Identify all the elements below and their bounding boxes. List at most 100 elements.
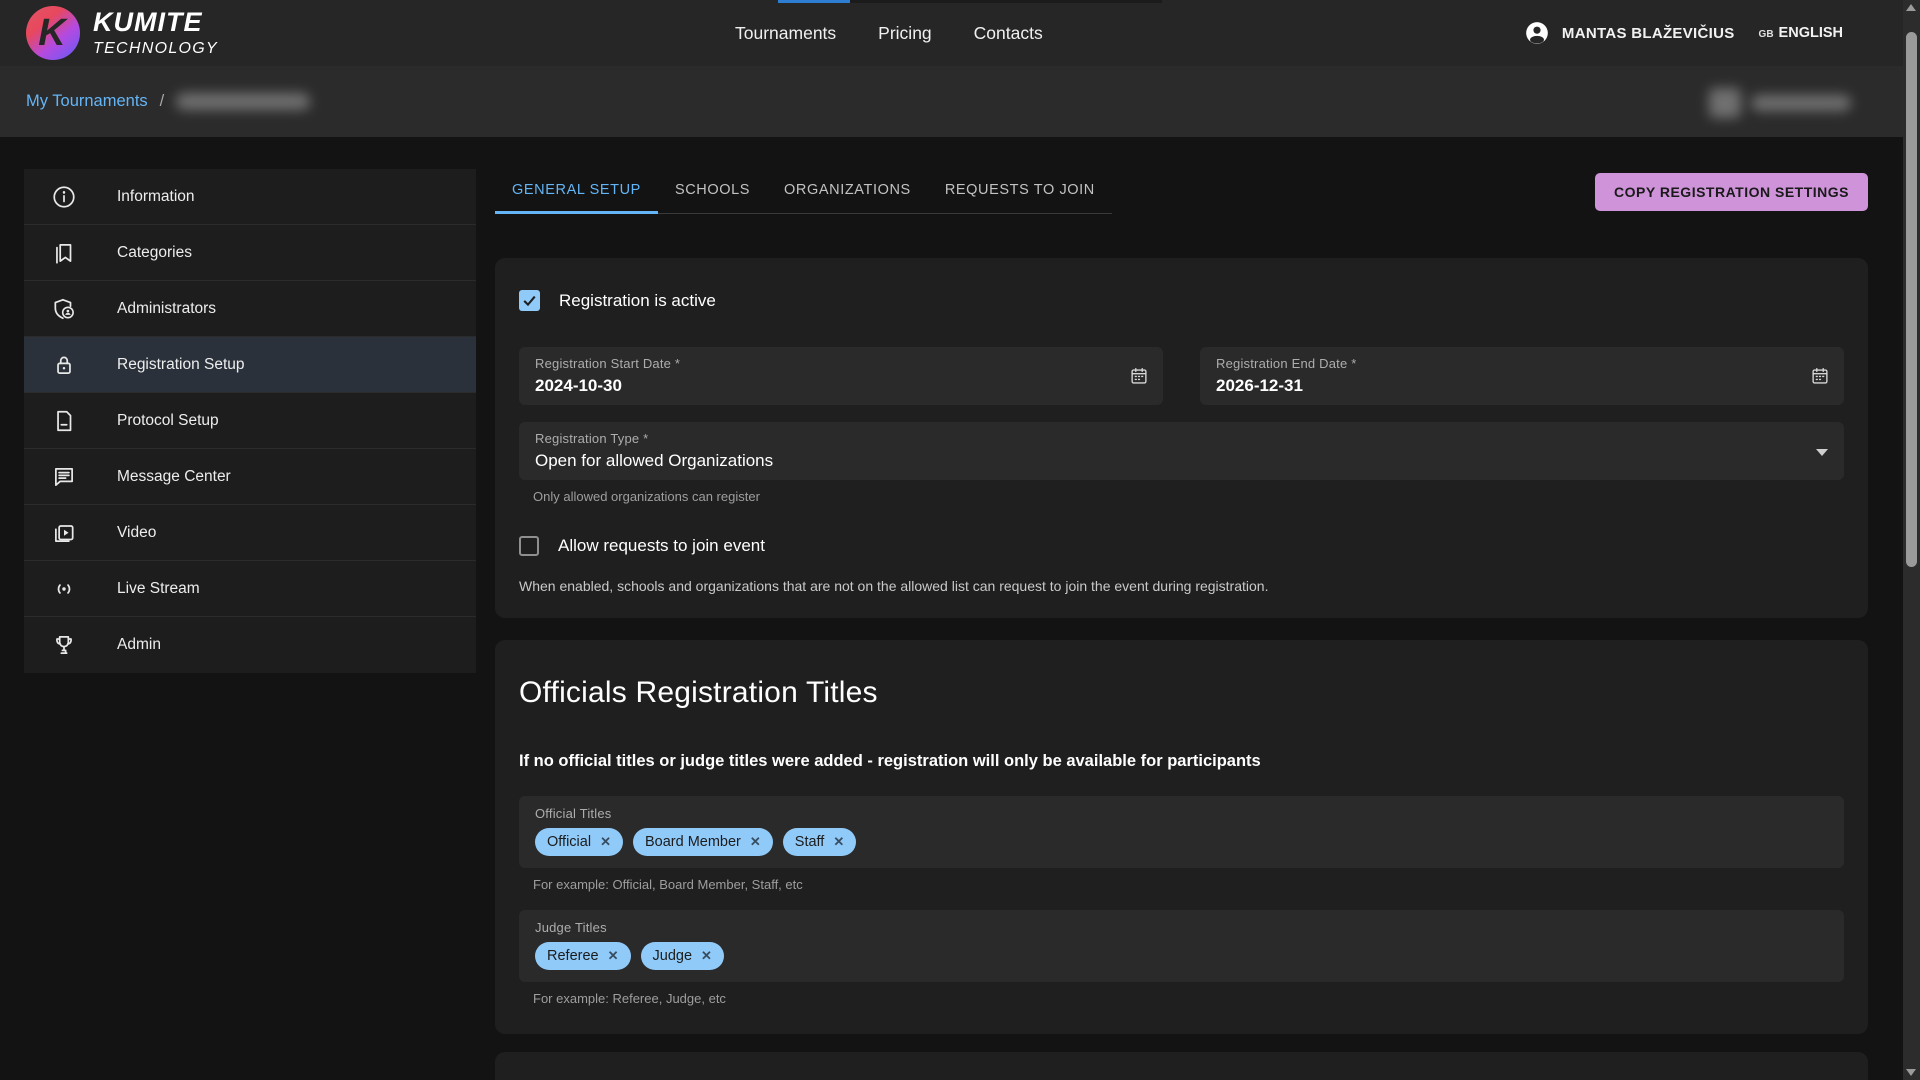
language-selector[interactable]: GB ENGLISH: [1759, 25, 1843, 41]
sidebar-item-information[interactable]: Information: [24, 169, 476, 225]
chip-judge[interactable]: Judge: [641, 942, 724, 970]
registration-end-date-field[interactable]: Registration End Date * 2026-12-31: [1200, 347, 1844, 405]
official-titles-helper: For example: Official, Board Member, Sta…: [533, 877, 1844, 892]
official-titles-field[interactable]: Official Titles Official Board Member St…: [519, 796, 1844, 868]
start-date-label: Registration Start Date *: [535, 356, 1147, 371]
date-fields-row: Registration Start Date * 2024-10-30 Reg…: [519, 347, 1844, 405]
sidebar-item-administrators[interactable]: Administrators: [24, 281, 476, 337]
breadcrumb-my-tournaments[interactable]: My Tournaments: [26, 92, 148, 111]
end-date-label: Registration End Date *: [1216, 356, 1828, 371]
chip-remove-icon[interactable]: [608, 948, 619, 964]
scrollbar-down-arrow-icon[interactable]: [1906, 1069, 1916, 1076]
redacted-calendar-icon: [1709, 88, 1741, 118]
registration-start-date-field[interactable]: Registration Start Date * 2024-10-30: [519, 347, 1163, 405]
nav-pricing[interactable]: Pricing: [878, 23, 932, 44]
allow-requests-row: Allow requests to join event: [519, 536, 1844, 556]
registration-tabs: GENERAL SETUP SCHOOLS ORGANIZATIONS REQU…: [495, 170, 1112, 214]
kumite-logo-icon: K: [26, 6, 80, 60]
user-avatar-icon[interactable]: [1524, 20, 1550, 46]
official-titles-label: Official Titles: [535, 806, 1828, 821]
tab-general-setup[interactable]: GENERAL SETUP: [495, 170, 658, 213]
sidebar-item-label: Administrators: [117, 300, 216, 318]
sidebar-item-registration-setup[interactable]: Registration Setup: [24, 337, 476, 393]
main-content: GENERAL SETUP SCHOOLS ORGANIZATIONS REQU…: [495, 170, 1868, 1080]
sidebar-item-live-stream[interactable]: Live Stream: [24, 561, 476, 617]
chip-remove-icon[interactable]: [750, 834, 761, 850]
sidebar-item-label: Information: [117, 188, 195, 206]
sidebar-item-label: Live Stream: [117, 580, 200, 598]
officials-titles-note: If no official titles or judge titles we…: [519, 752, 1844, 771]
chip-remove-icon[interactable]: [600, 834, 611, 850]
sidebar-item-label: Video: [117, 524, 156, 542]
document-icon: [51, 408, 77, 434]
page-scrollbar[interactable]: [1903, 0, 1920, 1080]
sidebar-item-label: Categories: [117, 244, 192, 262]
trophy-icon: [51, 632, 77, 658]
top-navbar: K KUMITE TECHNOLOGY Tournaments Pricing …: [0, 0, 1903, 66]
chip-remove-icon[interactable]: [701, 948, 712, 964]
chip-remove-icon[interactable]: [833, 834, 844, 850]
info-icon: [51, 184, 77, 210]
browser-tab-strip: [0, 0, 1903, 3]
chip-label: Staff: [795, 834, 825, 850]
chip-official[interactable]: Official: [535, 828, 623, 856]
judge-titles-field[interactable]: Judge Titles Referee Judge: [519, 910, 1844, 982]
tabs-row: GENERAL SETUP SCHOOLS ORGANIZATIONS REQU…: [495, 170, 1868, 213]
chip-board-member[interactable]: Board Member: [633, 828, 773, 856]
officials-titles-heading: Officials Registration Titles: [519, 676, 1844, 710]
video-icon: [51, 520, 77, 546]
chip-label: Judge: [653, 948, 693, 964]
logo-letter: K: [38, 12, 65, 55]
registration-active-checkbox[interactable]: [519, 290, 540, 311]
sidebar-item-categories[interactable]: Categories: [24, 225, 476, 281]
breadcrumb-bar: My Tournaments /: [0, 66, 1903, 137]
allow-requests-helper: When enabled, schools and organizations …: [519, 578, 1844, 594]
sidebar-item-message-center[interactable]: Message Center: [24, 449, 476, 505]
registration-type-label: Registration Type *: [535, 431, 1828, 446]
judge-titles-label: Judge Titles: [535, 920, 1828, 935]
user-name[interactable]: MANTAS BLAŽEVIČIUS: [1562, 25, 1735, 42]
sidebar-item-label: Protocol Setup: [117, 412, 219, 430]
chip-label: Official: [547, 834, 591, 850]
user-area: MANTAS BLAŽEVIČIUS GB ENGLISH: [1524, 0, 1843, 66]
breadcrumb: My Tournaments /: [26, 92, 310, 111]
language-label: ENGLISH: [1779, 25, 1843, 41]
admin-shield-icon: [51, 296, 77, 322]
scrollbar-up-arrow-icon[interactable]: [1906, 4, 1916, 11]
judge-titles-chips: Referee Judge: [535, 942, 1828, 970]
redacted-tournament-name: [176, 93, 310, 110]
tab-requests-to-join[interactable]: REQUESTS TO JOIN: [928, 170, 1112, 213]
general-setup-card: Registration is active Registration Star…: [495, 258, 1868, 618]
brand-name: KUMITE: [93, 9, 218, 36]
end-date-value: 2026-12-31: [1216, 376, 1828, 396]
sidebar-item-protocol-setup[interactable]: Protocol Setup: [24, 393, 476, 449]
registration-type-value: Open for allowed Organizations: [535, 451, 1828, 471]
official-titles-chips: Official Board Member Staff: [535, 828, 1828, 856]
redacted-date-text: [1751, 95, 1851, 111]
start-date-value: 2024-10-30: [535, 376, 1147, 396]
copy-registration-settings-button[interactable]: COPY REGISTRATION SETTINGS: [1595, 173, 1868, 211]
tab-schools[interactable]: SCHOOLS: [658, 170, 767, 213]
brand-logo[interactable]: K KUMITE TECHNOLOGY: [26, 6, 218, 60]
registration-active-label: Registration is active: [559, 291, 716, 311]
calendar-icon[interactable]: [1128, 365, 1150, 387]
tab-organizations[interactable]: ORGANIZATIONS: [767, 170, 928, 213]
chat-icon: [51, 464, 77, 490]
nav-tournaments[interactable]: Tournaments: [735, 23, 836, 44]
calendar-icon[interactable]: [1809, 365, 1831, 387]
redacted-date-badge: [1709, 88, 1851, 118]
allow-requests-checkbox[interactable]: [519, 536, 539, 556]
lock-icon: [51, 352, 77, 378]
tournament-sidebar: Information Categories Administrators Re…: [24, 169, 476, 673]
officials-titles-card: Officials Registration Titles If no offi…: [495, 640, 1868, 1034]
browser-tab-shadow: [850, 0, 1162, 3]
sidebar-item-admin[interactable]: Admin: [24, 617, 476, 673]
sidebar-item-label: Message Center: [117, 468, 231, 486]
registration-type-select[interactable]: Registration Type * Open for allowed Org…: [519, 422, 1844, 480]
scrollbar-thumb[interactable]: [1906, 32, 1917, 567]
chip-staff[interactable]: Staff: [783, 828, 856, 856]
registration-active-row: Registration is active: [519, 290, 1844, 311]
chip-referee[interactable]: Referee: [535, 942, 631, 970]
sidebar-item-video[interactable]: Video: [24, 505, 476, 561]
nav-contacts[interactable]: Contacts: [974, 23, 1043, 44]
